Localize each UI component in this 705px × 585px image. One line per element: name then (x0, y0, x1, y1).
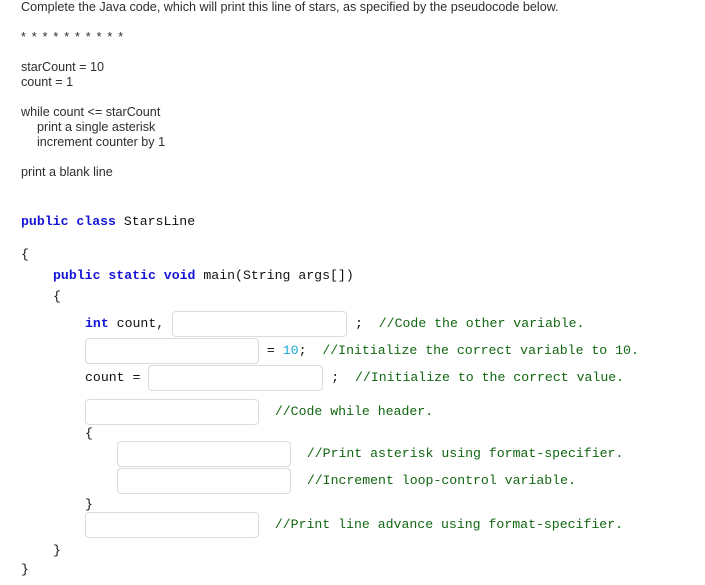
comment-print-line-advance: //Print line advance using format-specif… (274, 517, 624, 532)
code-line-declaration: int count, ; //Code the other variable. (21, 311, 585, 337)
code-line-loop-open-brace: { (21, 426, 93, 442)
exercise-prompt: Complete the Java code, which will print… (21, 0, 691, 180)
pseudocode-line-while: while count <= starCount (21, 105, 161, 119)
count-assignment-lhs: count = (85, 370, 141, 385)
code-line-count-assignment: count = ; //Initialize to the correct va… (21, 365, 624, 391)
stars-output-sample: * * * * * * * * * * (21, 30, 125, 44)
code-line-loop-close-brace: } (21, 497, 93, 513)
pseudocode-line-starcount: starCount = 10 (21, 60, 104, 74)
comment-print-asterisk: //Print asterisk using format-specifier. (306, 446, 624, 461)
code-line-class-close-brace: } (21, 562, 29, 578)
code-line-main-declaration: public static void main(String args[]) (21, 268, 354, 284)
close-brace-loop: } (85, 497, 93, 512)
literal-ten: 10 (282, 343, 299, 358)
comment-code-while-header: //Code while header. (274, 404, 434, 419)
main-signature: main(String args[]) (203, 268, 354, 283)
comment-initialize-correct-value: //Initialize to the correct value. (355, 370, 625, 385)
main-keywords: public static void (53, 268, 196, 283)
pseudocode-line-print-asterisk: print a single asterisk (37, 120, 156, 134)
pseudocode-line-increment: increment counter by 1 (37, 135, 166, 149)
code-line-increment: //Increment loop-control variable. (21, 468, 576, 494)
blank-print-asterisk[interactable] (117, 441, 291, 467)
pseudocode-line-blank: print a blank line (21, 165, 113, 179)
code-line-print-asterisk: //Print asterisk using format-specifier. (21, 441, 623, 467)
semicolon-initialize-ten: ; (298, 343, 307, 358)
int-keyword: int (85, 316, 109, 331)
code-line-initialize-ten: = 10; //Initialize the correct variable … (21, 338, 639, 364)
instruction-text: Complete the Java code, which will print… (21, 0, 559, 14)
code-line-line-advance: //Print line advance using format-specif… (21, 512, 623, 538)
semicolon-declaration: ; (355, 316, 363, 331)
code-line-main-close-brace: } (21, 543, 61, 559)
blank-print-line-advance[interactable] (85, 512, 259, 538)
comment-increment-loop-variable: //Increment loop-control variable. (306, 473, 576, 488)
code-line-while-header: //Code while header. (21, 399, 433, 425)
close-brace-main: } (53, 543, 61, 558)
pseudocode-line-count: count = 1 (21, 75, 74, 89)
class-keywords: public class (21, 214, 116, 229)
code-line-class-declaration: public class StarsLine (21, 214, 195, 230)
comment-code-other-variable: //Code the other variable. (378, 316, 585, 331)
class-name: StarsLine (123, 214, 196, 229)
declared-variable-count: count, (116, 316, 165, 331)
blank-count-initial-value[interactable] (148, 365, 324, 391)
blank-initialize-target-variable[interactable] (85, 338, 259, 364)
open-brace-class: { (21, 247, 29, 262)
blank-declare-other-variable[interactable] (172, 311, 348, 337)
comment-initialize-variable-ten: //Initialize the correct variable to 10. (322, 343, 639, 358)
code-line-main-open-brace: { (21, 289, 61, 305)
semicolon-count-assignment: ; (331, 370, 340, 385)
code-line-class-open-brace: { (21, 247, 29, 263)
assignment-operator-ten: = (266, 343, 283, 358)
close-brace-class: } (21, 562, 29, 577)
open-brace-loop: { (85, 426, 93, 441)
blank-while-header[interactable] (85, 399, 259, 425)
blank-increment-loop-variable[interactable] (117, 468, 291, 494)
open-brace-main: { (53, 289, 61, 304)
